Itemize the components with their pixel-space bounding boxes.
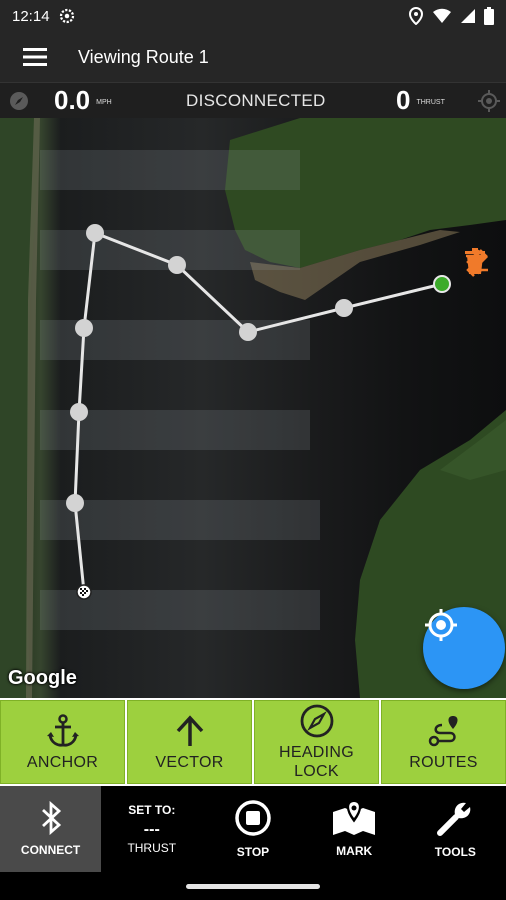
set-thrust-value: --- bbox=[143, 821, 160, 838]
vector-mode-button[interactable]: VECTOR bbox=[127, 700, 252, 784]
thrust-label: THRUST bbox=[127, 841, 177, 855]
speed-readout: 0.0 MPH bbox=[54, 85, 112, 116]
my-location-icon bbox=[425, 609, 457, 641]
connect-label: CONNECT bbox=[20, 843, 81, 857]
delete-route-button[interactable] bbox=[464, 248, 498, 380]
route-line bbox=[73, 230, 443, 593]
route-waypoint[interactable] bbox=[75, 319, 93, 337]
route-waypoint[interactable] bbox=[86, 224, 104, 242]
settings-gear-icon bbox=[59, 8, 74, 24]
thrust-unit: THRUST bbox=[416, 98, 445, 106]
hamburger-menu-icon bbox=[23, 48, 47, 66]
cell-signal-icon bbox=[461, 9, 475, 23]
wrench-icon bbox=[437, 802, 471, 836]
google-attribution: Google bbox=[8, 667, 77, 689]
battery-icon bbox=[484, 7, 494, 25]
compass-icon bbox=[300, 704, 333, 738]
my-location-button[interactable] bbox=[423, 607, 505, 689]
set-thrust-button[interactable]: SET TO: --- THRUST bbox=[101, 786, 202, 872]
route-icon bbox=[428, 715, 458, 746]
stop-label: STOP bbox=[236, 845, 270, 859]
anchor-icon bbox=[46, 713, 79, 747]
bottom-nav: CONNECT SET TO: --- THRUST STOP MARK TOO… bbox=[0, 786, 506, 900]
telemetry-bar: 0.0 MPH DISCONNECTED 0 THRUST bbox=[0, 82, 506, 118]
edit-route-button[interactable] bbox=[464, 252, 498, 332]
thrust-readout: 0 THRUST bbox=[396, 85, 445, 116]
route-waypoint[interactable] bbox=[335, 299, 353, 317]
map-marker-icon bbox=[333, 800, 376, 835]
compass-icon bbox=[10, 92, 28, 110]
mark-label: MARK bbox=[336, 844, 373, 858]
stop-icon bbox=[235, 800, 271, 836]
home-indicator[interactable] bbox=[186, 884, 320, 889]
mode-label: ANCHOR bbox=[26, 753, 99, 771]
gps-target-icon[interactable] bbox=[478, 90, 500, 112]
routes-mode-button[interactable]: ROUTES bbox=[381, 700, 506, 784]
mode-bar: ANCHOR VECTOR HEADING LOCK ROUTES bbox=[0, 698, 506, 786]
speed-value: 0.0 bbox=[54, 85, 91, 115]
speed-unit: MPH bbox=[96, 98, 112, 106]
stop-button[interactable]: STOP bbox=[202, 786, 303, 872]
route-start-point[interactable] bbox=[76, 584, 92, 600]
page-title: Viewing Route 1 bbox=[78, 46, 209, 67]
route-end-point[interactable] bbox=[433, 275, 451, 293]
route-side-tools bbox=[464, 248, 498, 440]
connection-status: DISCONNECTED bbox=[186, 90, 326, 110]
bluetooth-icon bbox=[41, 801, 61, 835]
location-pin-icon bbox=[408, 7, 424, 25]
mode-label: VECTOR bbox=[155, 753, 224, 771]
menu-button[interactable] bbox=[0, 32, 70, 82]
mode-label: HEADING LOCK bbox=[279, 744, 354, 780]
mode-label: ROUTES bbox=[409, 753, 478, 771]
wifi-icon bbox=[433, 8, 451, 23]
route-waypoint[interactable] bbox=[70, 403, 88, 421]
thrust-value: 0 bbox=[396, 85, 411, 115]
anchor-mode-button[interactable]: ANCHOR bbox=[0, 700, 125, 784]
heading-lock-mode-button[interactable]: HEADING LOCK bbox=[254, 700, 379, 784]
set-to-label: SET TO: bbox=[128, 803, 176, 817]
tools-button[interactable]: TOOLS bbox=[405, 786, 506, 872]
reverse-arrows-icon bbox=[466, 249, 488, 277]
arrow-up-icon bbox=[176, 714, 203, 746]
connect-button[interactable]: CONNECT bbox=[0, 786, 102, 872]
route-waypoint[interactable] bbox=[239, 323, 257, 341]
status-bar: 12:14 bbox=[0, 0, 506, 32]
mark-button[interactable]: MARK bbox=[304, 786, 405, 872]
map-view[interactable]: Google bbox=[0, 118, 506, 698]
route-waypoint[interactable] bbox=[168, 256, 186, 274]
status-time: 12:14 bbox=[12, 7, 50, 25]
reverse-route-button[interactable] bbox=[464, 249, 498, 428]
route-waypoint[interactable] bbox=[66, 494, 84, 512]
tools-label: TOOLS bbox=[434, 845, 476, 859]
app-bar: Viewing Route 1 bbox=[0, 32, 506, 82]
